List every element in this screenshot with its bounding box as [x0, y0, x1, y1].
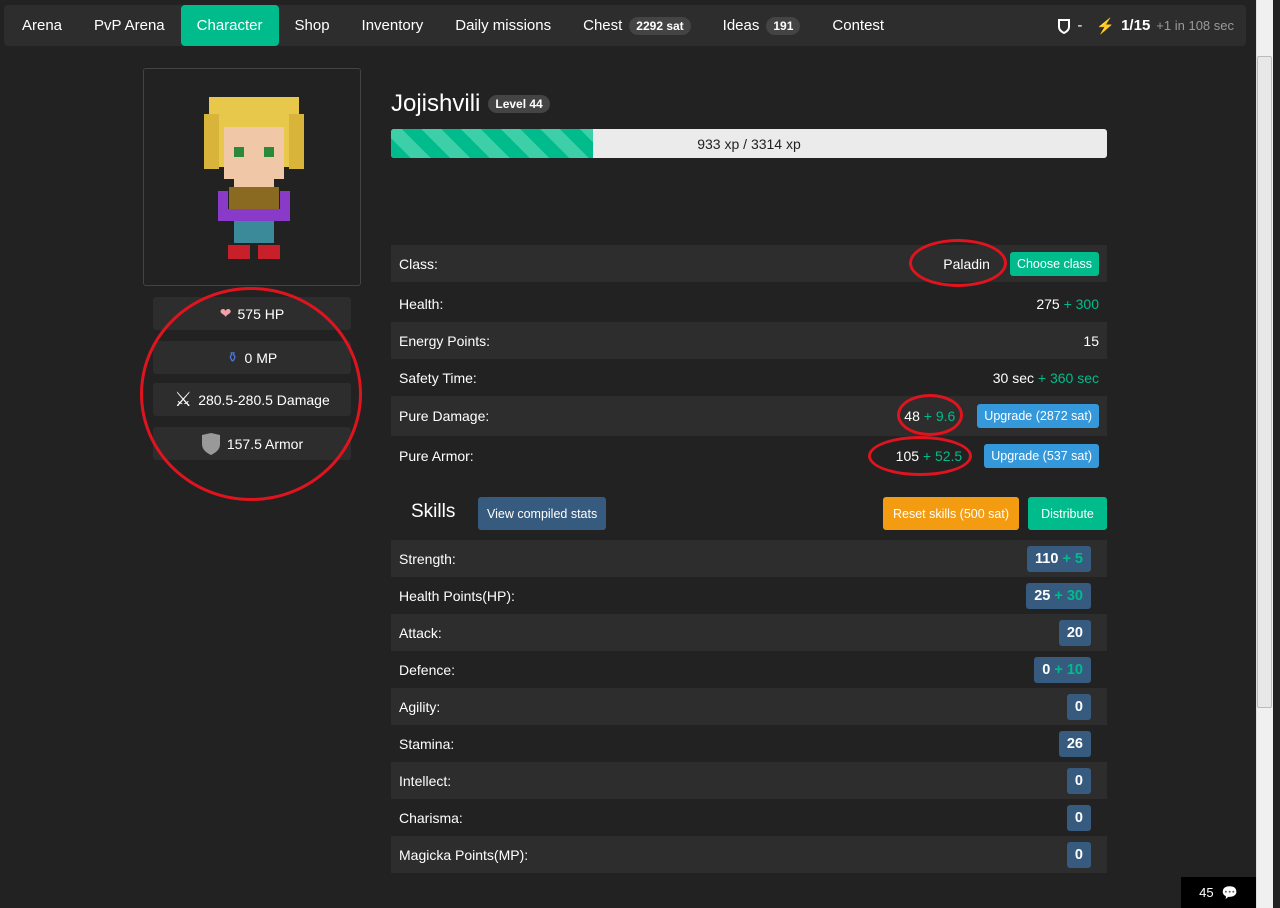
skill-value-pill: 25 + 30: [1026, 582, 1091, 609]
xp-progress-bar: 933 xp / 3314 xp: [391, 129, 1107, 158]
health-value: 275: [1036, 295, 1060, 312]
info-label: Class:: [399, 255, 438, 272]
health-bonus: + 300: [1063, 295, 1099, 312]
nav-character[interactable]: Character: [180, 5, 279, 46]
skills-heading: Skills: [411, 501, 456, 522]
lightning-icon: ⚡: [1096, 17, 1116, 35]
skill-label: Intellect:: [399, 772, 452, 789]
nav-chest[interactable]: Chest 2292 sat: [567, 5, 707, 46]
pixel-character-image: [204, 97, 304, 259]
info-label: Pure Armor:: [399, 448, 474, 464]
nav-ideas-label: Ideas: [722, 17, 760, 34]
annotation-circle-class: [909, 239, 1007, 287]
chat-count: 45: [1199, 885, 1214, 900]
skill-label: Charisma:: [399, 809, 463, 826]
skill-bonus: + 5: [1062, 550, 1083, 567]
skill-row: Charisma: 0: [391, 799, 1107, 836]
annotation-circle-damage: [897, 394, 963, 436]
skill-value-pill: 0: [1066, 841, 1091, 868]
annotation-circle-armor: [868, 436, 972, 476]
info-row-energy: Energy Points: 15: [391, 322, 1107, 359]
skill-value-pill: 20: [1058, 619, 1091, 646]
skill-value-pill: 0: [1066, 693, 1091, 720]
nav-arena[interactable]: Arena: [6, 5, 78, 46]
upgrade-damage-button[interactable]: Upgrade (2872 sat): [977, 404, 1099, 428]
reset-skills-button[interactable]: Reset skills (500 sat): [883, 497, 1020, 530]
info-row-health: Health: 275 + 300: [391, 285, 1107, 322]
skill-value: 110: [1035, 550, 1059, 567]
skill-value: 0: [1042, 661, 1051, 678]
skill-row: Defence: 0 + 10: [391, 651, 1107, 688]
skill-value: 0: [1074, 846, 1083, 863]
safety-value: 30 sec: [992, 369, 1034, 386]
skill-value: 26: [1066, 735, 1083, 752]
energy-points-value: 15: [1083, 332, 1099, 349]
shield-icon: [1058, 18, 1071, 34]
skill-label: Defence:: [399, 661, 456, 678]
top-nav: Arena PvP Arena Character Shop Inventory…: [4, 5, 1246, 46]
skill-value: 20: [1066, 624, 1083, 641]
distribute-button[interactable]: Distribute: [1028, 497, 1107, 530]
chat-button[interactable]: 45 💬: [1181, 877, 1256, 908]
info-row-pure-armor: Pure Armor: 105 + 52.5 Upgrade (537 sat): [391, 436, 1107, 476]
skill-value: 0: [1074, 698, 1083, 715]
skill-label: Agility:: [399, 698, 441, 715]
skill-row: Magicka Points(MP): 0: [391, 836, 1107, 873]
skill-row: Health Points(HP): 25 + 30: [391, 577, 1107, 614]
info-label: Energy Points:: [399, 332, 491, 349]
level-badge: Level 44: [488, 95, 550, 113]
skill-value: 0: [1074, 772, 1083, 789]
energy-value: 1/15: [1121, 17, 1151, 34]
nav-chest-label: Chest: [583, 17, 623, 34]
character-header: Jojishvili Level 44: [391, 90, 550, 118]
energy-regen: +1 in 108 sec: [1156, 18, 1234, 33]
info-label: Safety Time:: [399, 369, 477, 386]
nav-pvp-arena[interactable]: PvP Arena: [78, 5, 181, 46]
skill-value-pill: 26: [1058, 730, 1091, 757]
safety-bonus: + 360 sec: [1037, 369, 1099, 386]
skill-value: 0: [1074, 809, 1083, 826]
skill-row: Stamina: 26: [391, 725, 1107, 762]
skill-row: Attack: 20: [391, 614, 1107, 651]
shield-value: -: [1077, 17, 1083, 34]
skill-label: Strength:: [399, 550, 456, 567]
nav-contest[interactable]: Contest: [816, 5, 900, 46]
info-row-safety: Safety Time: 30 sec + 360 sec: [391, 359, 1107, 396]
skill-label: Attack:: [399, 624, 442, 641]
skill-value: 25: [1034, 587, 1051, 604]
nav-shop[interactable]: Shop: [279, 5, 346, 46]
status-area: - ⚡ 1/15 +1 in 108 sec: [1057, 5, 1234, 46]
annotation-circle-stats: [140, 287, 362, 501]
chat-bubble-icon: 💬: [1221, 884, 1238, 900]
scrollbar-thumb[interactable]: [1257, 56, 1272, 708]
ideas-badge: 191: [766, 16, 801, 35]
info-label: Pure Damage:: [399, 408, 490, 424]
skill-value-pill: 0 + 10: [1034, 656, 1091, 683]
xp-text: 933 xp / 3314 xp: [697, 135, 801, 152]
character-avatar: [143, 68, 361, 286]
view-compiled-stats-button[interactable]: View compiled stats: [478, 497, 607, 530]
skill-value-pill: 0: [1066, 804, 1091, 831]
info-label: Health:: [399, 295, 444, 312]
skill-bonus: + 30: [1054, 587, 1083, 604]
skill-value-pill: 0: [1066, 767, 1091, 794]
nav-inventory[interactable]: Inventory: [346, 5, 440, 46]
upgrade-armor-button[interactable]: Upgrade (537 sat): [984, 444, 1099, 468]
character-name: Jojishvili: [391, 90, 481, 117]
skill-label: Health Points(HP):: [399, 587, 515, 604]
skill-row: Intellect: 0: [391, 762, 1107, 799]
skill-bonus: + 10: [1054, 661, 1083, 678]
nav-ideas[interactable]: Ideas 191: [707, 5, 817, 46]
chest-badge: 2292 sat: [629, 16, 691, 35]
skill-label: Stamina:: [399, 735, 455, 752]
info-row-pure-damage: Pure Damage: 48 + 9.6 Upgrade (2872 sat): [391, 396, 1107, 436]
nav-daily-missions[interactable]: Daily missions: [439, 5, 567, 46]
skill-row: Agility: 0: [391, 688, 1107, 725]
skill-value-pill: 110 + 5: [1027, 545, 1091, 572]
skill-row: Strength: 110 + 5: [391, 540, 1107, 577]
choose-class-button[interactable]: Choose class: [1009, 251, 1099, 276]
skill-label: Magicka Points(MP):: [399, 846, 529, 863]
